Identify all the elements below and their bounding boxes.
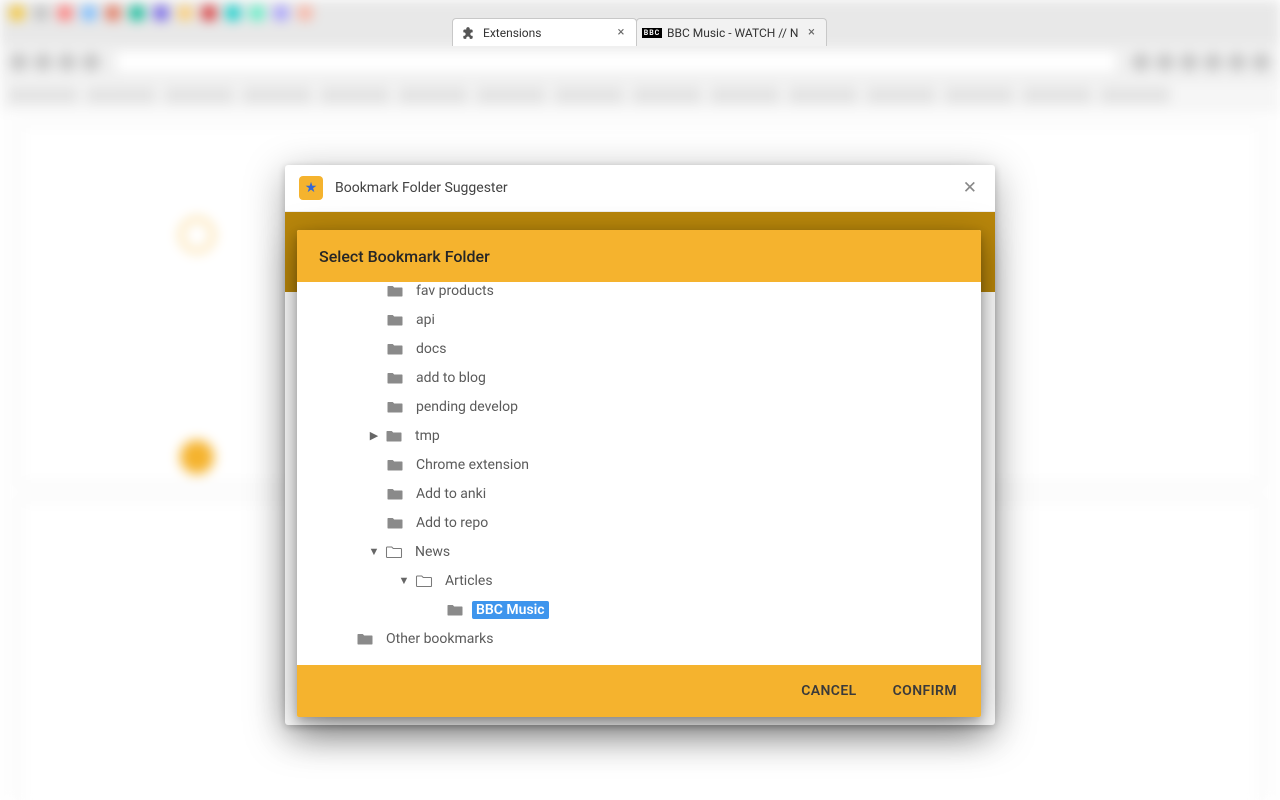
bbc-favicon: BBC [645,26,659,40]
browser-tabs: Extensions × BBC BBC Music - WATCH // N … [452,18,826,46]
folder-label: Chrome extension [412,456,533,474]
folder-label: pending develop [412,398,522,416]
folder-item-other-bookmarks[interactable]: Other bookmarks [297,624,981,653]
folder-label: Other bookmarks [382,630,497,648]
confirm-button[interactable]: CONFIRM [889,677,961,705]
tab-title: BBC Music - WATCH // N [667,26,798,40]
folder-label: api [412,311,439,329]
chevron-down-icon[interactable]: ▼ [397,574,411,587]
folder-open-icon [385,544,403,559]
folder-tree[interactable]: fav products api docs add to blog pending de… [297,282,981,665]
folder-item-api[interactable]: api [297,305,981,334]
folder-item-add-to-anki[interactable]: Add to anki [297,479,981,508]
tab-bbc-music[interactable]: BBC BBC Music - WATCH // N × [636,18,827,46]
close-icon[interactable]: × [804,26,818,39]
folder-label: Add to repo [412,514,492,532]
folder-icon [385,428,403,443]
folder-label: Articles [441,572,497,590]
folder-picker-dialog: Select Bookmark Folder fav products api do… [297,230,981,717]
folder-item-fav-products[interactable]: fav products [297,282,981,305]
folder-icon [446,602,464,617]
extension-title: Bookmark Folder Suggester [335,180,947,196]
folder-open-icon [415,573,433,588]
folder-icon [386,457,404,472]
folder-icon [386,486,404,501]
tab-title: Extensions [483,26,608,40]
dialog-actions: CANCEL CONFIRM [297,665,981,717]
folder-item-articles[interactable]: ▼ Articles [297,566,981,595]
folder-label: docs [412,340,450,358]
folder-label: add to blog [412,369,490,387]
folder-label: Add to anki [412,485,490,503]
chevron-down-icon[interactable]: ▼ [367,545,381,558]
folder-icon [386,283,404,298]
cancel-button[interactable]: CANCEL [797,677,860,705]
folder-icon [356,631,374,646]
folder-label: tmp [411,427,444,445]
folder-label: fav products [412,282,498,300]
folder-icon [386,341,404,356]
folder-item-chrome-extension[interactable]: Chrome extension [297,450,981,479]
puzzle-icon [461,26,475,40]
close-icon[interactable]: × [614,26,628,39]
folder-label: News [411,543,454,561]
folder-icon [386,312,404,327]
folder-item-bbc-music[interactable]: BBC Music [297,595,981,624]
chevron-right-icon[interactable]: ▶ [367,429,381,442]
folder-item-tmp[interactable]: ▶ tmp [297,421,981,450]
folder-icon [386,515,404,530]
folder-item-news[interactable]: ▼ News [297,537,981,566]
tab-extensions[interactable]: Extensions × [452,18,637,46]
dialog-title: Select Bookmark Folder [297,230,981,282]
folder-item-docs[interactable]: docs [297,334,981,363]
folder-item-add-to-repo[interactable]: Add to repo [297,508,981,537]
folder-icon [386,399,404,414]
folder-item-add-to-blog[interactable]: add to blog [297,363,981,392]
close-icon[interactable]: ✕ [959,174,981,202]
folder-icon [386,370,404,385]
folder-label: BBC Music [472,601,549,619]
extension-icon: ★ [299,176,323,200]
folder-item-pending-develop[interactable]: pending develop [297,392,981,421]
